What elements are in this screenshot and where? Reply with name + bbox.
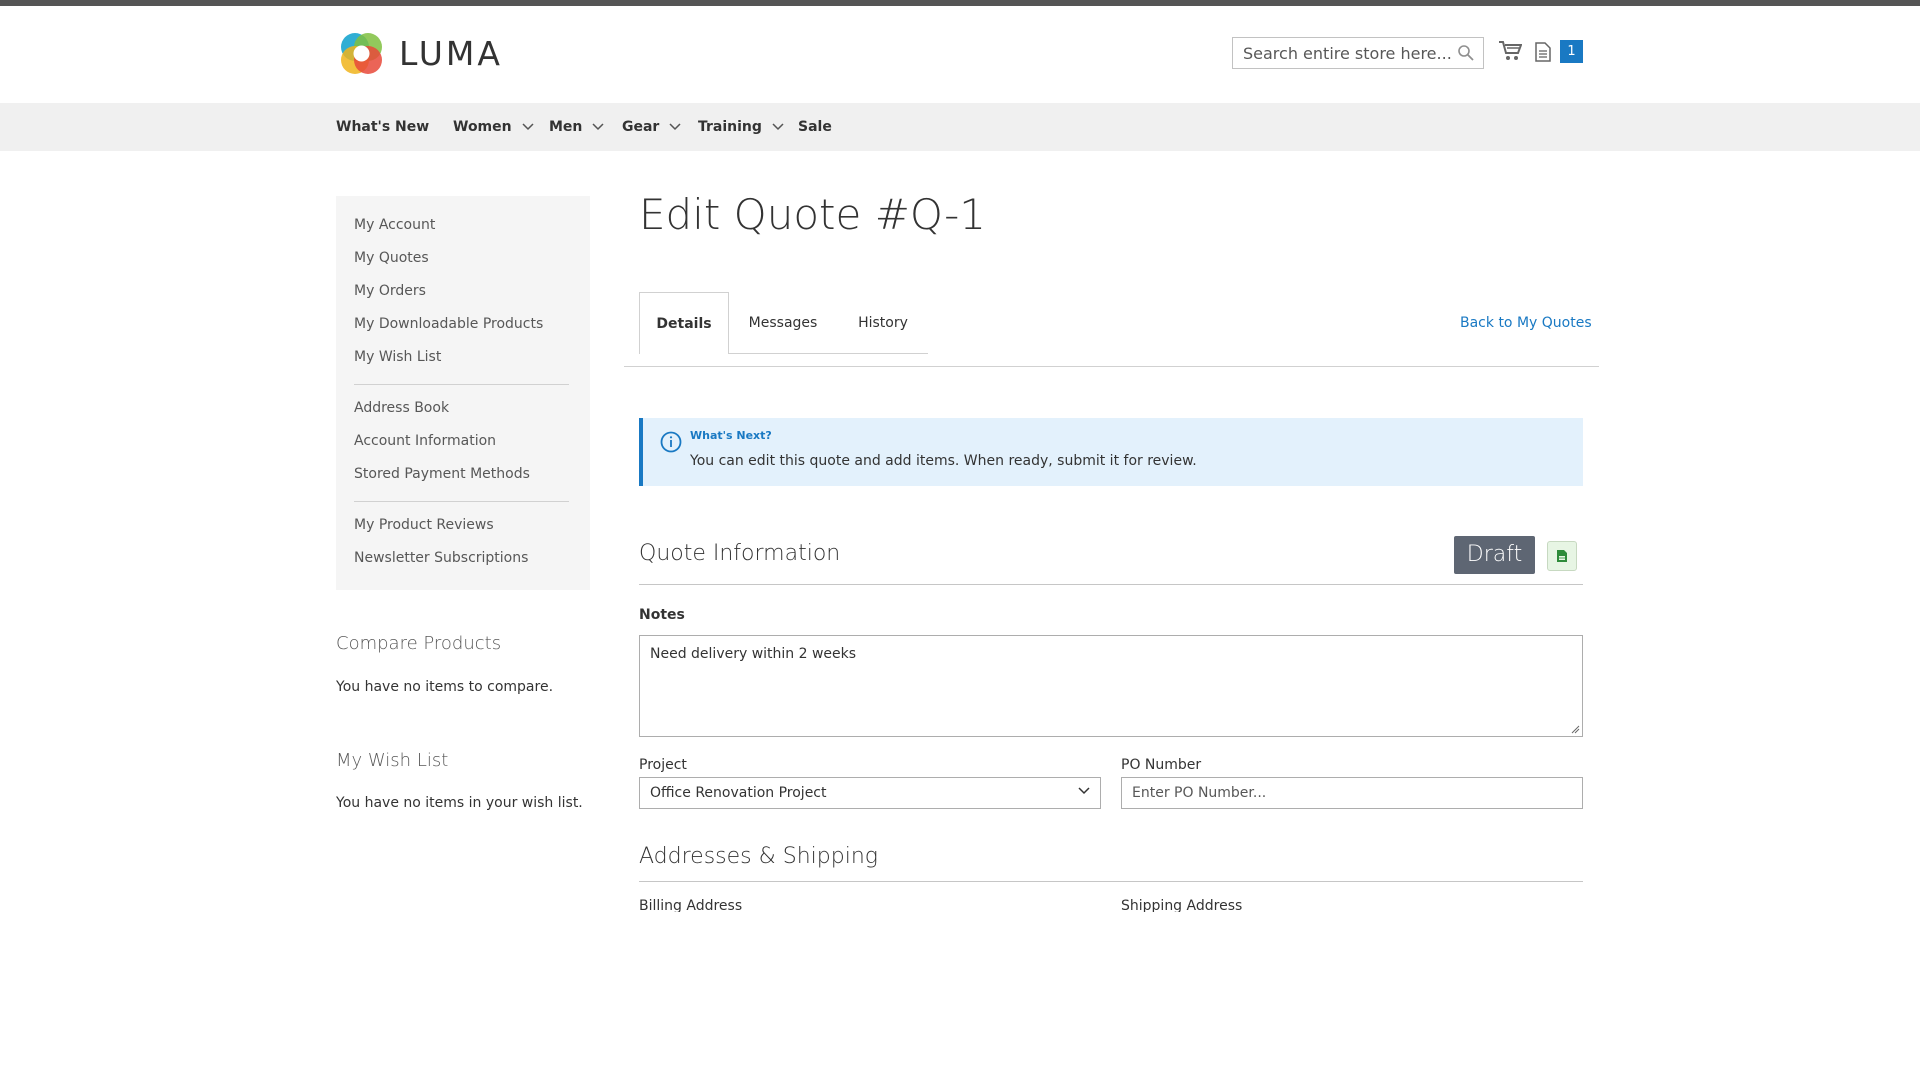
tab-messages[interactable]: Messages	[729, 292, 837, 354]
chevron-down-icon	[1078, 787, 1090, 795]
sidebar-item-account-information[interactable]: Account Information	[354, 433, 496, 449]
addresses-shipping-title: Addresses & Shipping	[639, 844, 878, 869]
header: LUMA 1	[0, 6, 1920, 103]
search-box	[1232, 37, 1484, 69]
nav-item-label: Gear	[622, 119, 660, 135]
sidebar-item-my-orders[interactable]: My Orders	[354, 283, 426, 299]
tab-details[interactable]: Details	[639, 292, 729, 354]
project-selected-value: Office Renovation Project	[650, 785, 827, 801]
nav-item-sale[interactable]: Sale	[798, 103, 832, 151]
cart-icon[interactable]	[1498, 40, 1522, 62]
sidebar-divider	[354, 384, 569, 385]
resize-grip-icon[interactable]	[1570, 724, 1580, 734]
nav-item-whats-new[interactable]: What's New	[336, 103, 429, 151]
tab-history[interactable]: History	[837, 292, 929, 354]
chevron-down-icon	[592, 123, 604, 131]
wishlist-empty-text: You have no items in your wish list.	[336, 795, 583, 811]
project-label: Project	[639, 757, 687, 773]
po-number-label: PO Number	[1121, 757, 1202, 773]
search-icon[interactable]	[1457, 44, 1475, 62]
sidebar-item-newsletter-subscriptions[interactable]: Newsletter Subscriptions	[354, 550, 528, 566]
nav-item-label: Training	[698, 119, 762, 135]
export-spreadsheet-button[interactable]	[1547, 541, 1577, 571]
page-title: Edit Quote #Q-1	[639, 190, 987, 239]
compare-products-empty-text: You have no items to compare.	[336, 679, 554, 695]
notice-text: You can edit this quote and add items. W…	[690, 453, 1197, 469]
nav-item-label: What's New	[336, 119, 430, 135]
chevron-down-icon	[669, 123, 681, 131]
quote-list-icon[interactable]	[1534, 42, 1552, 62]
back-to-quotes-link[interactable]: Back to My Quotes	[1460, 315, 1592, 331]
nav-item-label: Men	[549, 119, 583, 135]
nav-item-training[interactable]: Training	[698, 103, 784, 151]
nav-item-men[interactable]: Men	[549, 103, 604, 151]
quote-count-badge[interactable]: 1	[1560, 40, 1583, 63]
whats-next-notice: What's Next? You can edit this quote and…	[639, 418, 1583, 486]
notes-label: Notes	[639, 607, 685, 623]
nav-item-women[interactable]: Women	[453, 103, 534, 151]
luma-logo-icon	[341, 33, 382, 74]
notice-title: What's Next?	[690, 429, 772, 442]
sidebar-item-my-wish-list[interactable]: My Wish List	[354, 349, 441, 365]
page: LUMA 1 What's New Women Men Gear Traini	[0, 0, 1920, 912]
tabs-divider	[624, 366, 1599, 367]
nav-item-label: Women	[453, 119, 512, 135]
compare-products-title: Compare Products	[336, 633, 502, 654]
nav-item-gear[interactable]: Gear	[622, 103, 681, 151]
info-icon	[660, 431, 682, 453]
sidebar-item-my-account[interactable]: My Account	[354, 217, 435, 233]
logo[interactable]: LUMA	[336, 28, 503, 79]
sidebar-item-stored-payment-methods[interactable]: Stored Payment Methods	[354, 466, 530, 482]
chevron-down-icon	[522, 123, 534, 131]
section-divider	[639, 881, 1583, 882]
sidebar-item-address-book[interactable]: Address Book	[354, 400, 449, 416]
sidebar-divider	[354, 501, 569, 502]
main-nav: What's New Women Men Gear Training Sale	[0, 103, 1920, 151]
po-number-input[interactable]	[1121, 777, 1583, 809]
shipping-address-label: Shipping Address	[1121, 898, 1243, 912]
section-divider	[639, 584, 1583, 585]
wishlist-title: My Wish List	[336, 750, 449, 771]
notes-textarea[interactable]: Need delivery within 2 weeks	[639, 635, 1583, 737]
sidebar-item-downloadable-products[interactable]: My Downloadable Products	[354, 316, 543, 332]
quote-information-title: Quote Information	[639, 541, 841, 566]
nav-item-label: Sale	[798, 119, 832, 135]
search-input[interactable]	[1233, 38, 1463, 68]
status-badge: Draft	[1454, 536, 1535, 574]
spreadsheet-icon	[1557, 550, 1567, 562]
sidebar-item-product-reviews[interactable]: My Product Reviews	[354, 517, 494, 533]
brand-name: LUMA	[399, 34, 503, 73]
tabs-underline	[728, 353, 928, 354]
project-select[interactable]: Office Renovation Project	[639, 777, 1101, 809]
sidebar-item-my-quotes[interactable]: My Quotes	[354, 250, 429, 266]
billing-address-label: Billing Address	[639, 898, 743, 912]
chevron-down-icon	[772, 123, 784, 131]
account-sidebar: My Account My Quotes My Orders My Downlo…	[336, 196, 590, 590]
notes-value: Need delivery within 2 weeks	[650, 646, 857, 662]
